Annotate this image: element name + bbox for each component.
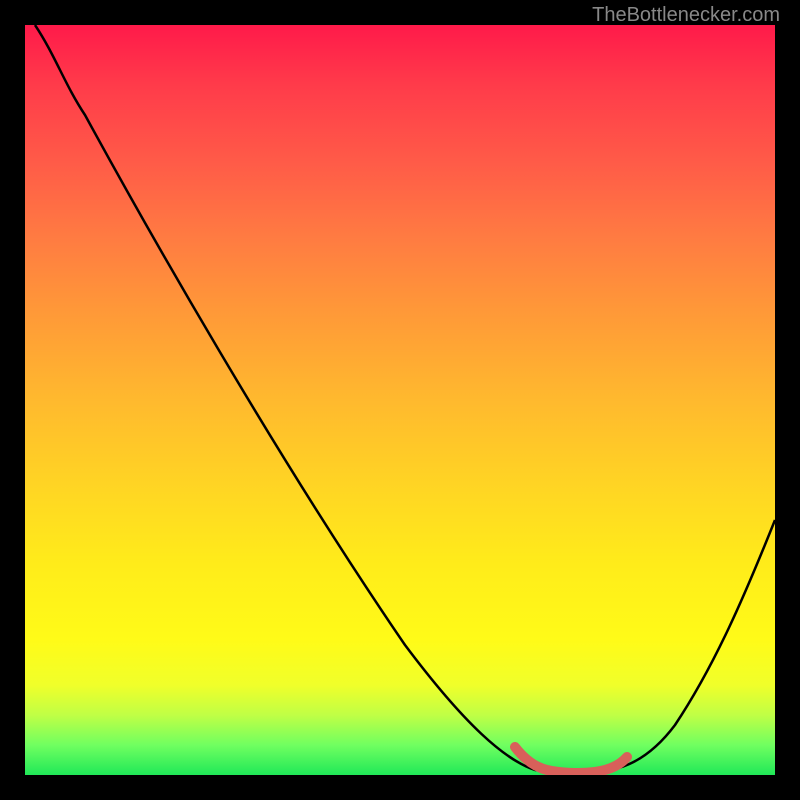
watermark-text: TheBottlenecker.com: [592, 4, 780, 27]
bottleneck-chart: TheBottlenecker.com: [0, 0, 800, 800]
chart-lines: [25, 25, 775, 775]
bottleneck-curve-line: [35, 25, 775, 773]
